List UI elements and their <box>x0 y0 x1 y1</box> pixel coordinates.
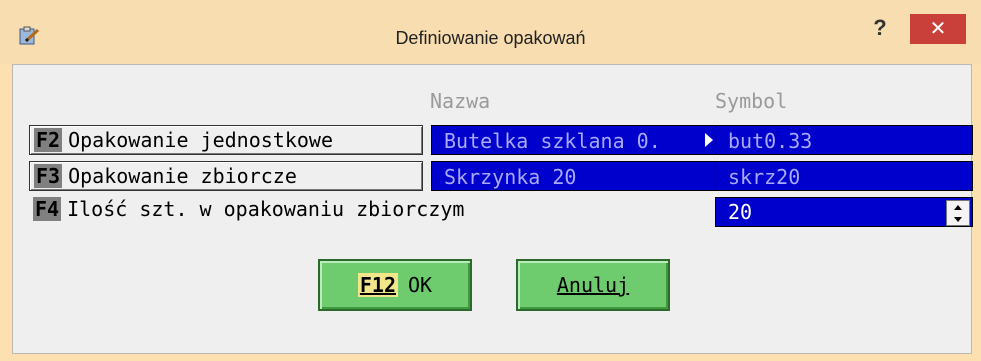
bulk-package-button[interactable]: F3 Opakowanie zbiorcze <box>29 161 423 191</box>
quantity-value: 20 <box>728 200 753 224</box>
bulk-package-symbol-field[interactable]: skrz20 <box>715 161 973 191</box>
chevron-up-icon[interactable] <box>954 204 962 210</box>
bulk-package-symbol-value: skrz20 <box>728 165 801 189</box>
unit-package-button[interactable]: F2 Opakowanie jednostkowe <box>29 125 423 155</box>
unit-package-name-value: Butelka szklana 0. <box>444 129 661 153</box>
unit-package-label: Opakowanie jednostkowe <box>68 128 333 152</box>
fkey-f4: F4 <box>33 197 62 221</box>
ok-shortcut: F12 <box>357 273 399 297</box>
cancel-label: Anuluj <box>556 273 630 297</box>
unit-package-name-field[interactable]: Butelka szklana 0. <box>431 125 717 155</box>
fkey-f2: F2 <box>34 128 63 152</box>
bulk-package-name-field[interactable]: Skrzynka 20 <box>431 161 717 191</box>
help-button[interactable]: ? <box>862 14 898 42</box>
bulk-package-name-value: Skrzynka 20 <box>444 165 577 189</box>
bulk-package-label: Opakowanie zbiorcze <box>68 164 297 188</box>
unit-package-symbol-field[interactable]: but0.33 <box>715 125 973 155</box>
unit-package-symbol-value: but0.33 <box>728 129 813 153</box>
column-header-symbol: Symbol <box>715 89 788 113</box>
column-header-name: Nazwa <box>430 89 491 113</box>
cancel-button[interactable]: Anuluj <box>516 259 670 311</box>
stepper-buttons[interactable] <box>946 200 970 226</box>
overflow-arrow-icon <box>705 133 713 147</box>
fkey-f3: F3 <box>34 164 63 188</box>
quantity-row: F4 Ilość szt. w opakowaniu zbiorczym <box>29 197 464 221</box>
window-title: Definiowanie opakowań <box>395 28 586 48</box>
ok-button[interactable]: F12 OK <box>318 259 472 311</box>
chevron-down-icon[interactable] <box>954 216 962 222</box>
title-bar: Definiowanie opakowań ? ✕ <box>0 0 981 64</box>
dialog-window: Definiowanie opakowań ? ✕ Nazwa Symbol F… <box>0 0 981 361</box>
ok-label: OK <box>408 273 433 297</box>
dialog-content: Nazwa Symbol F2 Opakowanie jednostkowe B… <box>12 64 973 354</box>
quantity-label: Ilość szt. w opakowaniu zbiorczym <box>67 197 465 221</box>
close-button[interactable]: ✕ <box>910 14 966 44</box>
quantity-stepper[interactable]: 20 <box>715 197 973 227</box>
